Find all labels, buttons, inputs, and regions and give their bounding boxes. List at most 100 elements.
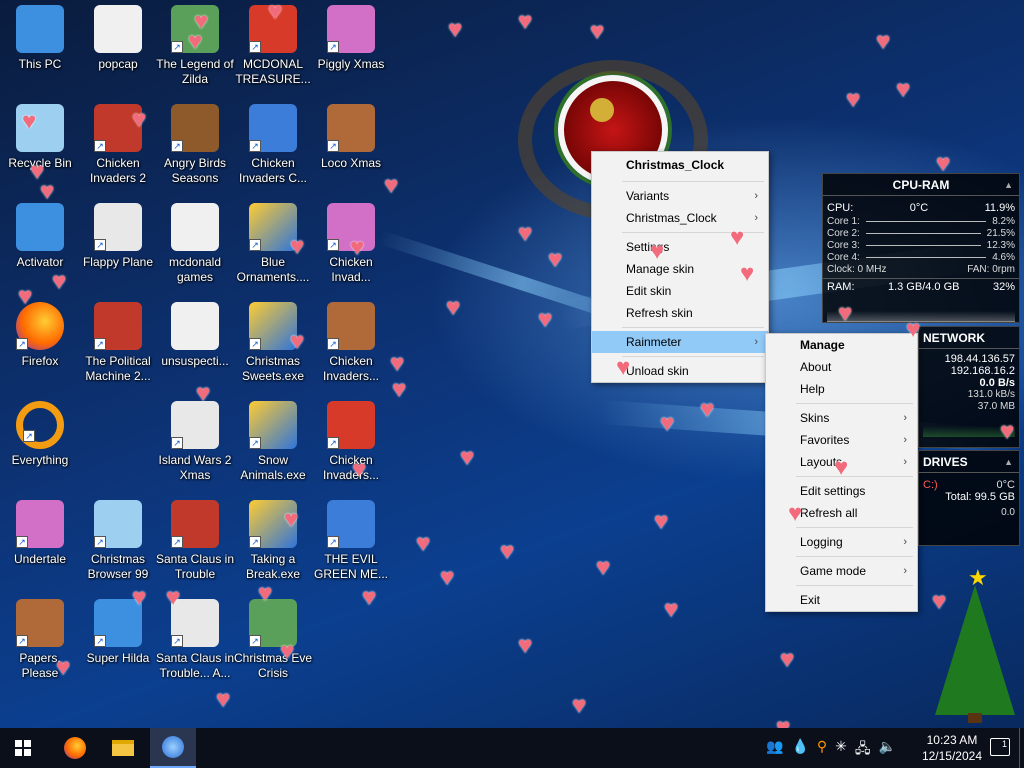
menu-item-about[interactable]: About [766, 356, 917, 378]
local-ip: 192.168.16.2 [950, 365, 1015, 377]
desktop-icon-label: The Legend of Zilda [156, 57, 234, 86]
shortcut-arrow-icon: ↗ [249, 437, 261, 449]
menu-item-rainmeter[interactable]: Rainmeter › [592, 331, 768, 353]
desktop-icon[interactable]: ↗ Flappy Plane [78, 203, 158, 270]
heart-icon: ♥ [896, 76, 911, 103]
taskbar-firefox[interactable] [52, 728, 98, 768]
drives-skin[interactable]: DRIVES ▲ C:) 0°C Total: 99.5 GB 0.0 [918, 450, 1020, 546]
heart-icon: ♥ [788, 500, 803, 527]
desktop-icon[interactable]: ↗ Snow Animals.exe [233, 401, 313, 483]
desktop-icon[interactable]: ↗ Everything [0, 401, 80, 468]
desktop-icon[interactable]: ↗ Taking a Break.exe [233, 500, 313, 582]
menu-item-label: Refresh all [800, 506, 858, 520]
desktop-icon-label: Flappy Plane [82, 255, 154, 269]
menu-item-logging[interactable]: Logging › [766, 531, 917, 553]
shortcut-arrow-icon: ↗ [249, 41, 261, 53]
heart-icon: ♥ [384, 172, 399, 199]
desktop-icon-label: Snow Animals.exe [240, 453, 306, 482]
menu-separator [622, 181, 764, 182]
menu-item-label: Game mode [800, 564, 867, 578]
search-icon[interactable]: ⚲ [817, 738, 827, 762]
volume-muted-icon[interactable]: 🔈 [879, 738, 896, 762]
game-icon: ↗ [94, 302, 142, 350]
game-icon: ↗ [327, 5, 375, 53]
heart-icon: ♥ [650, 238, 665, 265]
folder-icon [94, 5, 142, 53]
desktop-icon[interactable]: unsuspecti... [155, 302, 235, 369]
water-drop-icon[interactable]: 💧 [791, 738, 808, 762]
desktop-icon[interactable]: ↗ Firefox [0, 302, 80, 369]
start-button[interactable] [0, 728, 46, 768]
core-row: Core 1: 8.2% [823, 216, 1019, 228]
desktop-icon-label: Taking a Break.exe [245, 552, 301, 581]
menu-item-exit[interactable]: Exit [766, 589, 917, 611]
menu-separator [796, 556, 913, 557]
menu-item-label: Exit [800, 593, 821, 607]
heart-icon: ♥ [780, 646, 795, 673]
desktop-icon[interactable]: ↗ Chicken Invaders... [311, 302, 391, 384]
menu-separator [622, 356, 764, 357]
desktop-icon[interactable]: ↗ Piggly Xmas [311, 5, 391, 72]
menu-item-manage[interactable]: Manage [766, 334, 917, 356]
desktop-icon-label: Piggly Xmas [317, 57, 385, 71]
desktop-icon[interactable]: mcdonald games [155, 203, 235, 285]
drive-value: 0.0 [1001, 507, 1015, 518]
desktop-icon[interactable]: ↗ Santa Claus in Trouble [155, 500, 235, 582]
heart-icon: ♥ [194, 8, 209, 35]
collapse-icon[interactable]: ▲ [1004, 451, 1013, 473]
notifications-button[interactable]: 1 [990, 738, 1010, 756]
rainmeter-icon [162, 736, 184, 758]
desktop-icon[interactable]: ↗ Undertale [0, 500, 80, 567]
taskbar-clock[interactable]: 10:23 AM 12/15/2024 [922, 732, 982, 764]
show-desktop-button[interactable] [1019, 728, 1024, 768]
desktop-icon-label: Chicken Invaders... [322, 354, 380, 383]
heart-icon: ♥ [18, 283, 33, 310]
game-icon: ↗ [327, 401, 375, 449]
menu-item-help[interactable]: Help [766, 378, 917, 400]
core-row: Core 3: 12.3% [823, 240, 1019, 252]
menu-item-refresh-skin[interactable]: Refresh skin [592, 302, 768, 324]
desktop-icon[interactable]: ↗ Chicken Invaders C... [233, 104, 313, 186]
menu-item-label: Variants [626, 189, 670, 203]
windows-logo-icon [15, 740, 31, 756]
desktop-icon[interactable]: ↗ Loco Xmas [311, 104, 391, 171]
menu-item-favorites[interactable]: Favorites › [766, 429, 917, 451]
menu-item-variants[interactable]: Variants › [592, 185, 768, 207]
shortcut-arrow-icon: ↗ [327, 41, 339, 53]
snowflake-icon[interactable]: ✳ [835, 738, 847, 762]
heart-icon: ♥ [596, 554, 611, 581]
desktop-icon-label: Angry Birds Seasons [163, 156, 227, 185]
desktop-icon[interactable]: ↗ Santa Claus in Trouble... A... [155, 599, 235, 681]
heart-icon: ♥ [56, 654, 71, 681]
heart-icon: ♥ [538, 306, 553, 333]
menu-item-edit-settings[interactable]: Edit settings [766, 480, 917, 502]
shortcut-arrow-icon: ↗ [94, 140, 106, 152]
collapse-icon[interactable]: ▲ [1004, 174, 1013, 196]
desktop-icon[interactable]: ↗ Christmas Eve Crisis [233, 599, 313, 681]
search-app-icon: ↗ [16, 401, 64, 449]
desktop-icon[interactable]: ↗ Christmas Browser 99 [78, 500, 158, 582]
cpu-ram-title: CPU-RAM ▲ [823, 174, 1019, 196]
desktop-icon-label: The Political Machine 2... [85, 354, 151, 383]
system-tray: 👥 💧 ⚲ ✳ 🖧 🔈 [766, 738, 896, 762]
heart-icon: ♥ [290, 328, 305, 355]
people-icon[interactable]: 👥 [766, 738, 783, 762]
menu-item-skins[interactable]: Skins › [766, 407, 917, 429]
desktop-icon[interactable]: ↗ THE EVIL GREEN ME... [311, 500, 391, 582]
taskbar-file-explorer[interactable] [100, 728, 146, 768]
desktop-icon[interactable]: This PC [0, 5, 80, 72]
desktop-icon[interactable]: ↗ The Political Machine 2... [78, 302, 158, 384]
heart-icon: ♥ [730, 224, 745, 251]
chevron-right-icon: › [754, 336, 758, 348]
game-icon: ↗ [327, 104, 375, 152]
folder-icon [112, 740, 134, 756]
desktop-icon[interactable]: popcap [78, 5, 158, 72]
network-icon[interactable]: 🖧 [855, 738, 871, 762]
desktop-icon[interactable]: ↗ Chicken Invaders... [311, 401, 391, 483]
desktop-icon[interactable]: ↗ Angry Birds Seasons [155, 104, 235, 186]
menu-item-game-mode[interactable]: Game mode › [766, 560, 917, 582]
desktop-icon[interactable]: ↗ Island Wars 2 Xmas [155, 401, 235, 483]
desktop-icon[interactable]: Activator [0, 203, 80, 270]
desktop-icon-label: Undertale [13, 552, 67, 566]
taskbar-rainmeter[interactable] [150, 728, 196, 768]
